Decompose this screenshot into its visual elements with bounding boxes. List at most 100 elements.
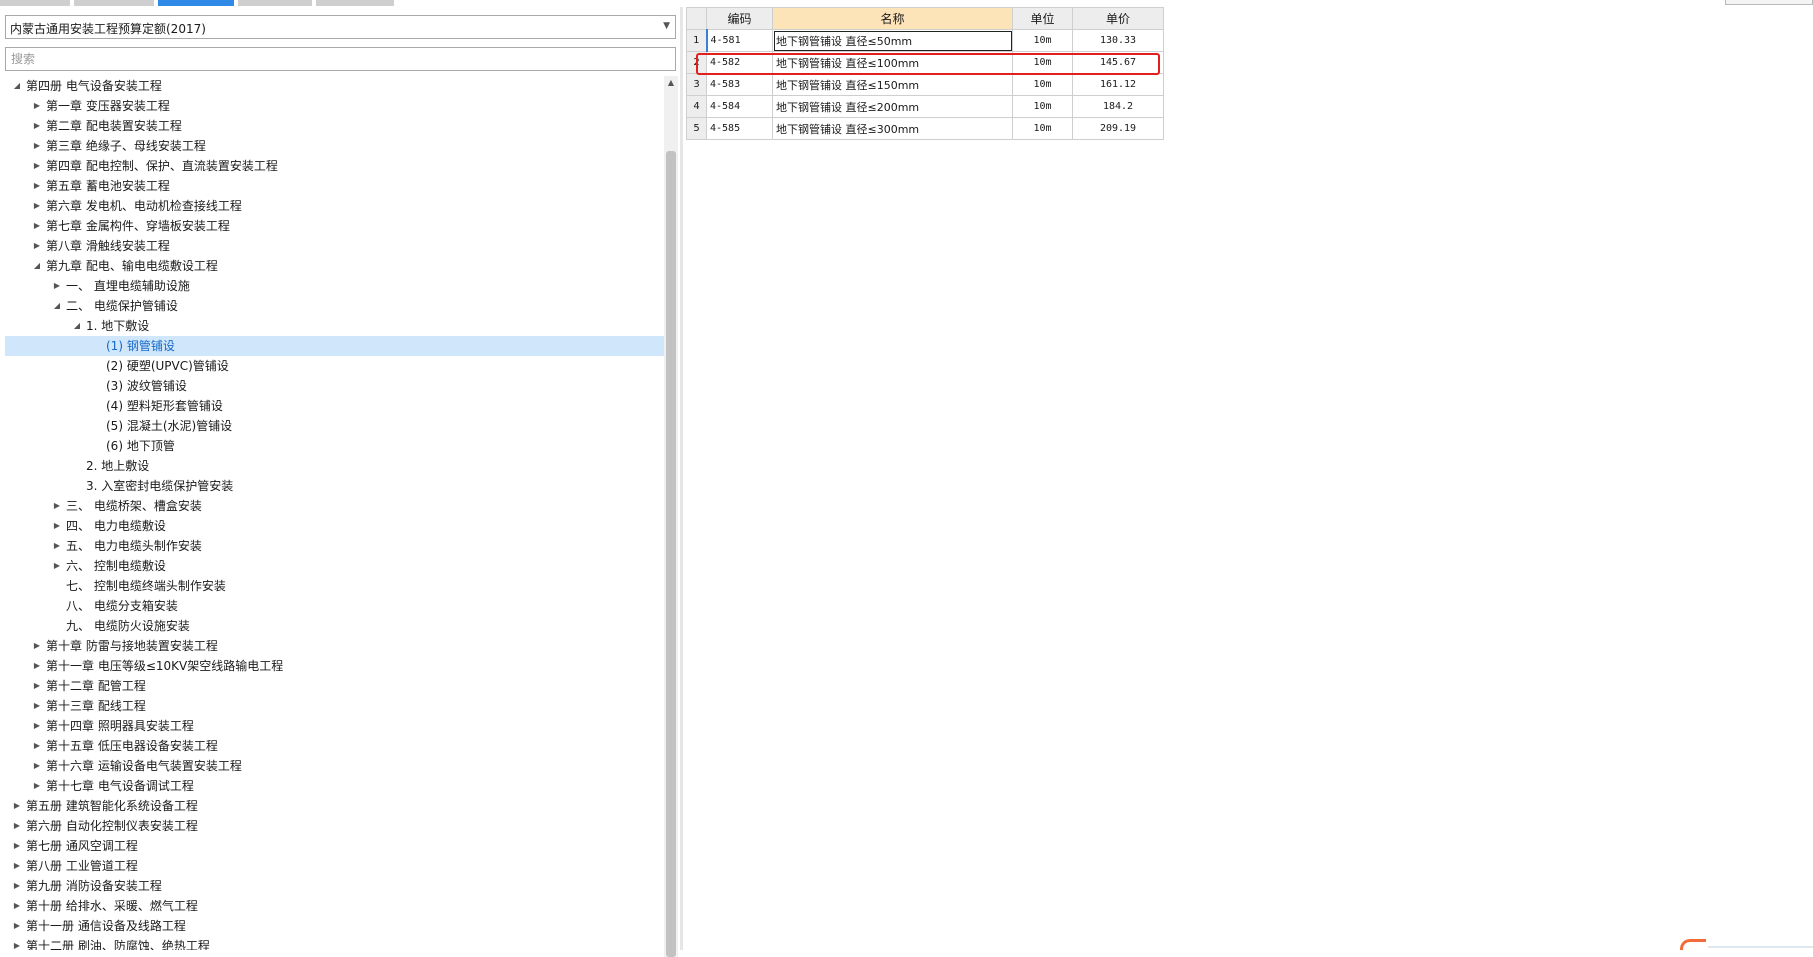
tree-scrollbar[interactable]: ▲ bbox=[664, 76, 678, 957]
expand-toggle-icon[interactable]: ▶ bbox=[11, 836, 23, 856]
tree-node[interactable]: 2. 地上敷设 bbox=[5, 456, 665, 476]
tree-node[interactable]: 七、 控制电缆终端头制作安装 bbox=[5, 576, 665, 596]
tree-node[interactable]: ▶ 第十一章 电压等级≤10KV架空线路输电工程 bbox=[5, 656, 665, 676]
price-cell[interactable]: 184.2 bbox=[1072, 95, 1164, 118]
tree-node[interactable]: ▶ 第八章 滑触线安装工程 bbox=[5, 236, 665, 256]
tree-node[interactable]: ▶ 四、 电力电缆敷设 bbox=[5, 516, 665, 536]
expand-toggle-icon[interactable]: ▶ bbox=[31, 236, 43, 256]
tree-node[interactable]: 3. 入室密封电缆保护管安装 bbox=[5, 476, 665, 496]
tree-node[interactable]: ▶ 第七章 金属构件、穿墙板安装工程 bbox=[5, 216, 665, 236]
expand-toggle-icon[interactable]: ▶ bbox=[11, 936, 23, 950]
expand-toggle-icon[interactable]: ▶ bbox=[31, 116, 43, 136]
name-cell[interactable]: 地下钢管铺设 直径≤150mm bbox=[772, 73, 1013, 96]
tree-node[interactable]: ◢ 第四册 电气设备安装工程 bbox=[5, 76, 665, 96]
tree-node[interactable]: (6) 地下顶管 bbox=[5, 436, 665, 456]
tree-node[interactable]: ▶ 第九册 消防设备安装工程 bbox=[5, 876, 665, 896]
code-cell[interactable]: 4-585 bbox=[706, 117, 773, 140]
tree-node[interactable]: ▶ 第十册 给排水、采暖、燃气工程 bbox=[5, 896, 665, 916]
tree-node[interactable]: ▶ 第十五章 低压电器设备安装工程 bbox=[5, 736, 665, 756]
top-tab-2[interactable] bbox=[74, 0, 154, 6]
top-tab-active[interactable] bbox=[158, 0, 234, 6]
tree-node[interactable]: ▶ 六、 控制电缆敷设 bbox=[5, 556, 665, 576]
name-cell[interactable]: 地下钢管铺设 直径≤50mm bbox=[772, 29, 1013, 52]
expand-toggle-icon[interactable]: ▶ bbox=[51, 536, 63, 556]
expand-toggle-icon[interactable]: ▶ bbox=[51, 276, 63, 296]
tree-node[interactable]: ▶ 第三章 绝缘子、母线安装工程 bbox=[5, 136, 665, 156]
tree-node[interactable]: ◢ 第九章 配电、输电电缆敷设工程 bbox=[5, 256, 665, 276]
code-cell[interactable]: 4-584 bbox=[706, 95, 773, 118]
tree-node[interactable]: ◢ 二、 电缆保护管铺设 bbox=[5, 296, 665, 316]
price-cell[interactable]: 161.12 bbox=[1072, 73, 1164, 96]
tree-node[interactable]: ◢ 1. 地下敷设 bbox=[5, 316, 665, 336]
expand-toggle-icon[interactable]: ▶ bbox=[31, 736, 43, 756]
row-number-cell[interactable]: 3 bbox=[686, 73, 707, 96]
tree-node[interactable]: (3) 波纹管铺设 bbox=[5, 376, 665, 396]
expand-toggle-icon[interactable]: ▶ bbox=[31, 96, 43, 116]
code-cell[interactable]: 4-583 bbox=[706, 73, 773, 96]
tree-node[interactable]: 九、 电缆防火设施安装 bbox=[5, 616, 665, 636]
tree-node[interactable]: ▶ 第六册 自动化控制仪表安装工程 bbox=[5, 816, 665, 836]
expand-toggle-icon[interactable]: ▶ bbox=[11, 856, 23, 876]
expand-toggle-icon[interactable]: ▶ bbox=[31, 156, 43, 176]
expand-toggle-icon[interactable]: ▶ bbox=[11, 816, 23, 836]
tree-node[interactable]: ▶ 三、 电缆桥架、槽盒安装 bbox=[5, 496, 665, 516]
tree-node[interactable]: ▶ 第七册 通风空调工程 bbox=[5, 836, 665, 856]
tree-node[interactable]: ▶ 第五章 蓄电池安装工程 bbox=[5, 176, 665, 196]
expand-toggle-icon[interactable]: ▶ bbox=[31, 756, 43, 776]
quota-item-row[interactable]: 5 4-585 地下钢管铺设 直径≤300mm 10m 209.19 bbox=[686, 117, 1164, 140]
tree-node[interactable]: ▶ 第十二章 配管工程 bbox=[5, 676, 665, 696]
expand-toggle-icon[interactable]: ▶ bbox=[31, 136, 43, 156]
unit-cell[interactable]: 10m bbox=[1012, 73, 1073, 96]
quota-item-row[interactable]: 4 4-584 地下钢管铺设 直径≤200mm 10m 184.2 bbox=[686, 95, 1164, 118]
expand-toggle-icon[interactable]: ▶ bbox=[51, 556, 63, 576]
collapse-toggle-icon[interactable]: ◢ bbox=[51, 296, 63, 316]
column-header-price[interactable]: 单价 bbox=[1072, 7, 1164, 30]
tree-node[interactable]: ▶ 第六章 发电机、电动机检查接线工程 bbox=[5, 196, 665, 216]
top-right-control[interactable] bbox=[1725, 0, 1813, 5]
price-cell[interactable]: 209.19 bbox=[1072, 117, 1164, 140]
collapse-toggle-icon[interactable]: ◢ bbox=[31, 256, 43, 276]
top-tab-4[interactable] bbox=[238, 0, 312, 6]
row-number-cell[interactable]: 4 bbox=[686, 95, 707, 118]
search-input[interactable] bbox=[5, 47, 676, 71]
expand-toggle-icon[interactable]: ▶ bbox=[51, 496, 63, 516]
expand-toggle-icon[interactable]: ▶ bbox=[51, 516, 63, 536]
tree-node[interactable]: ▶ 第十六章 运输设备电气装置安装工程 bbox=[5, 756, 665, 776]
quota-library-select[interactable]: 内蒙古通用安装工程预算定额(2017) ▼ bbox=[5, 15, 676, 39]
quota-item-row[interactable]: 1 4-581 地下钢管铺设 直径≤50mm 10m 130.33 bbox=[686, 29, 1164, 52]
expand-toggle-icon[interactable]: ▶ bbox=[31, 636, 43, 656]
top-tab-1[interactable] bbox=[0, 0, 70, 6]
name-cell[interactable]: 地下钢管铺设 直径≤200mm bbox=[772, 95, 1013, 118]
tree-node[interactable]: ▶ 第一章 变压器安装工程 bbox=[5, 96, 665, 116]
expand-toggle-icon[interactable]: ▶ bbox=[11, 796, 23, 816]
expand-toggle-icon[interactable]: ▶ bbox=[31, 716, 43, 736]
unit-cell[interactable]: 10m bbox=[1012, 95, 1073, 118]
tree-node[interactable]: ▶ 五、 电力电缆头制作安装 bbox=[5, 536, 665, 556]
expand-toggle-icon[interactable]: ▶ bbox=[31, 676, 43, 696]
tree-node[interactable]: ▶ 第十一册 通信设备及线路工程 bbox=[5, 916, 665, 936]
row-number-cell[interactable]: 1 bbox=[686, 29, 707, 52]
row-number-cell[interactable]: 5 bbox=[686, 117, 707, 140]
expand-toggle-icon[interactable]: ▶ bbox=[31, 176, 43, 196]
tree-node[interactable]: (4) 塑料矩形套管铺设 bbox=[5, 396, 665, 416]
expand-toggle-icon[interactable]: ▶ bbox=[31, 656, 43, 676]
tree-node[interactable]: ▶ 第二章 配电装置安装工程 bbox=[5, 116, 665, 136]
code-cell[interactable]: 4-581 bbox=[705, 29, 773, 52]
column-header-code[interactable]: 编码 bbox=[706, 7, 773, 30]
column-header-name[interactable]: 名称 bbox=[772, 7, 1013, 30]
expand-toggle-icon[interactable]: ▶ bbox=[31, 216, 43, 236]
expand-toggle-icon[interactable]: ▶ bbox=[11, 916, 23, 936]
tree-node[interactable]: ▶ 第十四章 照明器具安装工程 bbox=[5, 716, 665, 736]
code-cell[interactable]: 4-582 bbox=[706, 51, 773, 74]
unit-cell[interactable]: 10m bbox=[1012, 117, 1073, 140]
expand-toggle-icon[interactable]: ▶ bbox=[11, 876, 23, 896]
unit-cell[interactable]: 10m bbox=[1012, 29, 1073, 52]
tree-node[interactable]: 八、 电缆分支箱安装 bbox=[5, 596, 665, 616]
tree-node[interactable]: ▶ 第十二册 刷油、防腐蚀、绝热工程 bbox=[5, 936, 665, 950]
tree-node[interactable]: ▶ 第十七章 电气设备调试工程 bbox=[5, 776, 665, 796]
tree-node[interactable]: (2) 硬塑(UPVC)管铺设 bbox=[5, 356, 665, 376]
name-cell[interactable]: 地下钢管铺设 直径≤100mm bbox=[772, 51, 1013, 74]
tree-node[interactable]: (1) 钢管铺设 bbox=[5, 336, 664, 356]
tree-node[interactable]: ▶ 第十三章 配线工程 bbox=[5, 696, 665, 716]
expand-toggle-icon[interactable]: ▶ bbox=[31, 196, 43, 216]
